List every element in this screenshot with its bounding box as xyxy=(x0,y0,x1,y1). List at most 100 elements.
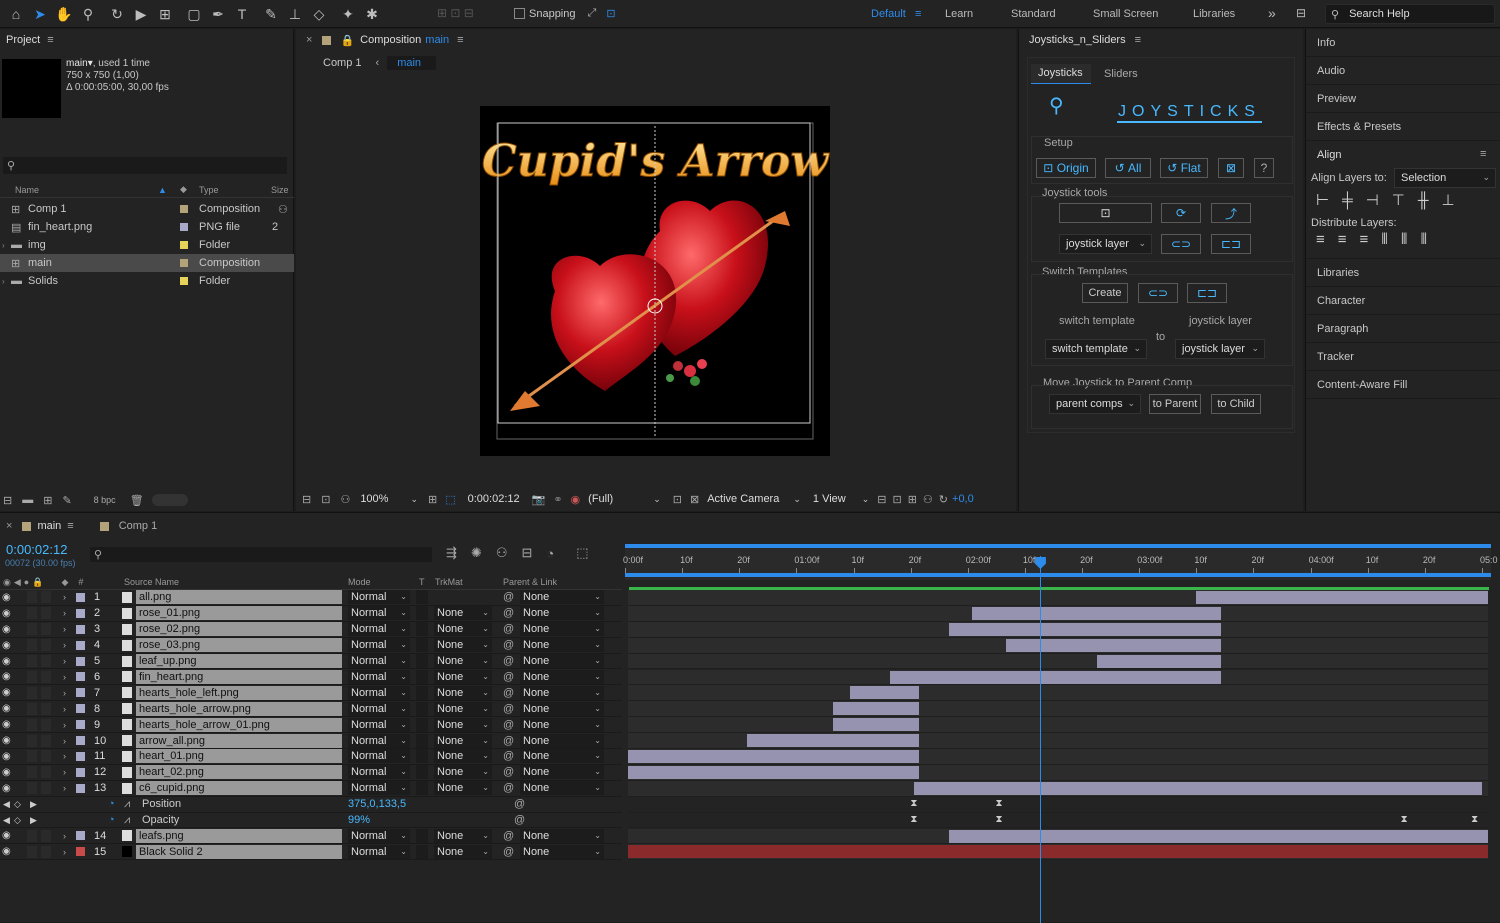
layer-duration-bar[interactable] xyxy=(832,718,919,732)
align-hcenter-icon[interactable]: ╪ xyxy=(1342,192,1353,209)
audio-switch-icon[interactable]: ◀ xyxy=(14,577,21,588)
label-swatch[interactable] xyxy=(76,783,85,793)
track-matte-dropdown[interactable]: None ⌄ xyxy=(434,717,492,732)
panel-menu-icon[interactable]: ≡ xyxy=(47,34,53,46)
solo-switch-icon[interactable]: ● xyxy=(24,577,29,587)
tab-main[interactable]: main xyxy=(37,520,61,532)
zoom-dropdown[interactable]: 100% xyxy=(360,493,388,505)
pickwhip-icon[interactable]: @ xyxy=(514,814,525,826)
tab-joysticks[interactable]: Joysticks xyxy=(1031,64,1091,84)
track-matte-dropdown[interactable]: None ⌄ xyxy=(434,828,492,843)
type-tool-icon[interactable]: T xyxy=(231,3,253,25)
layer-row[interactable]: ◉ › 10 arrow_all.png Normal ⌄ None ⌄ @ None ⌄ xyxy=(0,733,622,749)
workspace-standard[interactable]: Standard xyxy=(1011,8,1056,20)
layer-duration-bar[interactable] xyxy=(628,765,919,779)
time-ruler[interactable]: 0:00f 10f 20f 01:00f 10f 20f 02:00f 10f 20f 03:00… xyxy=(623,544,1498,580)
lock-switch[interactable] xyxy=(41,607,51,620)
parent-dropdown[interactable]: None ⌄ xyxy=(520,685,604,700)
layer-row[interactable]: ◉ › 12 heart_02.png Normal ⌄ None ⌄ @ None ⌄ xyxy=(0,765,622,781)
visibility-eye-icon[interactable]: ◉ xyxy=(2,783,11,794)
panel-menu-icon[interactable]: ≡ xyxy=(67,520,73,532)
pickwhip-icon[interactable]: @ xyxy=(503,591,514,603)
layer-name[interactable]: c6_cupid.png xyxy=(136,781,342,796)
workspace-libraries[interactable]: Libraries xyxy=(1193,8,1235,20)
origin-button[interactable]: ⊡ Origin xyxy=(1036,158,1096,178)
align-right-icon[interactable]: ⊣ xyxy=(1366,191,1379,209)
zoom-chevron-icon[interactable]: ⌄ xyxy=(410,494,418,505)
expand-arrow-icon[interactable]: › xyxy=(63,688,66,698)
visibility-eye-icon[interactable]: ◉ xyxy=(2,846,11,857)
expand-arrow-icon[interactable]: › xyxy=(63,831,66,841)
lock-switch[interactable] xyxy=(41,591,51,604)
work-area-bar[interactable] xyxy=(625,544,1491,548)
prev-keyframe-icon[interactable]: ◀ xyxy=(3,799,10,810)
solo-switch[interactable] xyxy=(27,607,37,620)
label-swatch[interactable] xyxy=(76,608,85,618)
column-parent-link[interactable]: Parent & Link xyxy=(503,577,557,587)
preserve-transparency-box[interactable] xyxy=(416,638,428,653)
monitor-icon[interactable]: ⊡ xyxy=(321,493,330,506)
label-column-icon[interactable]: ◆ xyxy=(180,184,187,195)
pickwhip-icon[interactable]: @ xyxy=(503,607,514,619)
layer-duration-bar[interactable] xyxy=(832,702,919,716)
layer-duration-bar[interactable] xyxy=(628,750,919,763)
solo-switch[interactable] xyxy=(27,718,37,731)
parent-comps-dropdown[interactable]: parent comps ⌄ xyxy=(1049,394,1141,414)
blend-mode-dropdown[interactable]: Normal ⌄ xyxy=(348,606,410,621)
zoom-tool-icon[interactable]: ⚲ xyxy=(77,3,99,25)
lock-switch[interactable] xyxy=(41,750,51,763)
preserve-transparency-box[interactable] xyxy=(416,654,428,669)
parent-dropdown[interactable]: None ⌄ xyxy=(520,669,604,684)
trash-icon[interactable]: 🗑 xyxy=(130,494,144,507)
color-channel-icon[interactable]: ◉ xyxy=(571,493,581,506)
visibility-eye-icon[interactable]: ◉ xyxy=(2,640,11,651)
track-matte-dropdown[interactable]: None ⌄ xyxy=(434,638,492,653)
pickwhip-icon[interactable]: @ xyxy=(503,639,514,651)
panel-info[interactable]: Info xyxy=(1306,29,1500,57)
pickwhip-icon[interactable]: @ xyxy=(503,687,514,699)
pickwhip-icon[interactable]: @ xyxy=(503,655,514,667)
visibility-eye-icon[interactable]: ◉ xyxy=(2,687,11,698)
unlink-button[interactable]: ⊏⊐ xyxy=(1211,234,1251,254)
transparency-grid-icon[interactable]: ⊠ xyxy=(690,493,699,506)
track-matte-dropdown[interactable]: None ⌄ xyxy=(434,765,492,780)
preserve-transparency-box[interactable] xyxy=(416,590,428,605)
timeline-timecode[interactable]: 0:00:02:12 xyxy=(6,542,67,557)
joystick-edit-button[interactable]: ⟳ xyxy=(1161,203,1201,223)
preserve-transparency-box[interactable] xyxy=(416,733,428,748)
camera-tool-icon[interactable]: ▶ xyxy=(130,3,152,25)
solo-switch[interactable] xyxy=(27,670,37,683)
lock-switch[interactable] xyxy=(41,639,51,652)
expand-arrow-icon[interactable]: › xyxy=(2,277,5,286)
column-source-name[interactable]: Source Name xyxy=(124,577,179,587)
parent-dropdown[interactable]: None ⌄ xyxy=(520,781,604,796)
show-snapshot-icon[interactable]: ⚭ xyxy=(553,493,562,506)
interpret-footage-icon[interactable]: ⊟ xyxy=(3,494,12,507)
visibility-eye-icon[interactable]: ◉ xyxy=(2,719,11,730)
preserve-transparency-box[interactable] xyxy=(416,781,428,796)
blend-mode-dropdown[interactable]: Normal ⌄ xyxy=(348,733,410,748)
blend-mode-dropdown[interactable]: Normal ⌄ xyxy=(348,638,410,653)
pickwhip-icon[interactable]: @ xyxy=(503,735,514,747)
track-matte-dropdown[interactable]: None ⌄ xyxy=(434,781,492,796)
pickwhip-icon[interactable]: @ xyxy=(503,719,514,731)
panel-character[interactable]: Character xyxy=(1306,287,1500,315)
flat-button[interactable]: ↺ Flat xyxy=(1160,158,1208,178)
panel-paragraph[interactable]: Paragraph xyxy=(1306,315,1500,343)
parent-dropdown[interactable]: None ⌄ xyxy=(520,622,604,637)
resolution-dropdown[interactable]: (Full) xyxy=(588,493,613,505)
keyframe-icon[interactable]: ⧗ xyxy=(910,798,917,809)
solo-switch[interactable] xyxy=(27,655,37,668)
tab-comp1[interactable]: Comp 1 xyxy=(119,520,158,532)
joystick-curve-button[interactable]: ⤴ xyxy=(1211,203,1251,223)
parent-dropdown[interactable]: None ⌄ xyxy=(520,733,604,748)
parent-dropdown[interactable]: None ⌄ xyxy=(520,606,604,621)
view-chevron-icon[interactable]: ⌄ xyxy=(862,494,870,505)
solo-switch[interactable] xyxy=(27,845,37,858)
to-child-button[interactable]: to Child xyxy=(1211,394,1261,414)
brush-tool-icon[interactable]: ✎ xyxy=(260,3,282,25)
preserve-transparency-box[interactable] xyxy=(416,844,428,859)
expand-arrow-icon[interactable]: › xyxy=(63,751,66,761)
lock-switch[interactable] xyxy=(41,718,51,731)
project-search-input[interactable]: ⚲ xyxy=(3,157,287,174)
